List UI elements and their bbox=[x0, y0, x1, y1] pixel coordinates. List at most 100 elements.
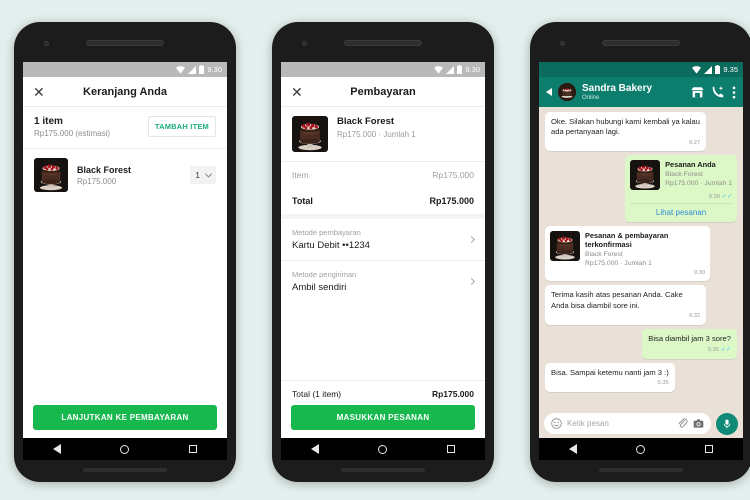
status-bar-time: 9.30 bbox=[465, 65, 480, 74]
signal-icon bbox=[704, 65, 713, 74]
video-call-icon[interactable] bbox=[712, 86, 724, 98]
nav-home-icon[interactable] bbox=[636, 444, 646, 454]
order-card-title: Pesanan & pembayaran terkonfirmasi bbox=[585, 231, 669, 250]
summary-row-item: Item Rp175.000 bbox=[281, 162, 485, 188]
cart-item-count: 1 item bbox=[34, 116, 63, 127]
delivery-method-label: Metode pengiriman bbox=[292, 270, 357, 279]
view-order-link[interactable]: Lihat pesanan bbox=[630, 203, 732, 217]
checkout-app-bar: ✕ Pembayaran bbox=[281, 77, 485, 107]
checkout-cta-wrap: MASUKKAN PESANAN bbox=[281, 405, 485, 440]
camera-icon[interactable] bbox=[693, 418, 704, 429]
chat-bubble-time: 9.35 bbox=[657, 379, 669, 386]
overflow-menu-icon[interactable] bbox=[732, 86, 736, 99]
status-bar-time: 9.35 bbox=[723, 65, 738, 74]
earpiece-speaker bbox=[86, 40, 164, 46]
battery-icon bbox=[457, 65, 463, 74]
read-receipt-icon: ✓✓ bbox=[721, 194, 732, 201]
store-icon[interactable] bbox=[691, 86, 704, 99]
chat-bubble-text: Terima kasih atas pesanan Anda. Cake And… bbox=[551, 290, 683, 310]
phone-chin-bar bbox=[341, 468, 425, 472]
chat-bubble-time: 9.27 bbox=[688, 139, 701, 146]
wifi-icon bbox=[692, 65, 702, 74]
front-camera-dot bbox=[44, 41, 49, 46]
read-receipt-icon: ✓✓ bbox=[720, 346, 731, 353]
earpiece-speaker bbox=[344, 40, 422, 46]
message-placeholder: Ketik pesan bbox=[567, 419, 609, 428]
nav-recents-icon[interactable] bbox=[189, 445, 198, 453]
checkout-line-item: Black Forest Rp175.000 · Jumlah 1 bbox=[281, 107, 485, 161]
status-bar: 9.35 bbox=[539, 62, 743, 77]
summary-row-label: Total bbox=[292, 196, 313, 206]
chat-message-list[interactable]: Oke. Silakan hubungi kami kembali ya kal… bbox=[539, 107, 743, 410]
voice-record-button[interactable] bbox=[716, 412, 738, 435]
summary-row-label: Item bbox=[292, 170, 309, 180]
close-icon[interactable]: ✕ bbox=[291, 85, 307, 99]
chat-contact-block[interactable]: Sandra Bakery Online bbox=[582, 83, 685, 101]
message-input-field[interactable]: Ketik pesan bbox=[544, 413, 711, 434]
chevron-down-icon bbox=[204, 170, 213, 178]
chat-bubble-time: 9.30 bbox=[708, 194, 720, 201]
chat-bubble: Oke. Silakan hubungi kami kembali ya kal… bbox=[545, 112, 707, 152]
nav-recents-icon[interactable] bbox=[705, 445, 714, 453]
order-card-texts: Pesanan & pembayaran terkonfirmasi Black… bbox=[585, 231, 705, 267]
product-thumbnail bbox=[292, 116, 328, 152]
product-price: Rp175.000 bbox=[77, 176, 117, 186]
product-thumbnail bbox=[34, 158, 68, 192]
chat-input-bar: Ketik pesan bbox=[539, 410, 743, 440]
order-confirmed-card-bubble[interactable]: Pesanan & pembayaran terkonfirmasi Black… bbox=[545, 226, 711, 282]
signal-icon bbox=[446, 65, 455, 74]
order-card-line1: Black Forest bbox=[665, 171, 703, 179]
payment-method-value: Kartu Debit ••1234 bbox=[292, 240, 370, 251]
front-camera-dot bbox=[302, 41, 307, 46]
delivery-method-texts: Metode pengiriman Ambil sendiri bbox=[292, 270, 356, 293]
footer-total-row: Total (1 item) Rp175.000 bbox=[281, 381, 485, 405]
close-icon[interactable]: ✕ bbox=[33, 85, 49, 99]
continue-to-payment-button[interactable]: LANJUTKAN KE PEMBAYARAN bbox=[33, 405, 217, 430]
footer-total-label: Total (1 item) bbox=[292, 389, 342, 399]
quantity-stepper[interactable]: 1 bbox=[190, 166, 216, 184]
product-thumbnail bbox=[630, 160, 660, 190]
nav-recents-icon[interactable] bbox=[447, 445, 456, 453]
cart-cta-wrap: LANJUTKAN KE PEMBAYARAN bbox=[23, 397, 227, 440]
mic-icon bbox=[723, 419, 731, 428]
cart-body: 1 item Rp175.000 (estimasi) TAMBAH ITEM … bbox=[23, 107, 227, 397]
payment-method-row[interactable]: Metode pembayaran Kartu Debit ••1234 bbox=[281, 219, 485, 260]
nav-back-icon[interactable] bbox=[52, 444, 61, 454]
nav-home-icon[interactable] bbox=[120, 444, 130, 454]
order-card-bubble[interactable]: Pesanan Anda Black Forest Rp175.000 · Ju… bbox=[625, 155, 737, 223]
attach-icon[interactable] bbox=[677, 418, 688, 429]
chat-bubble-text: Bisa. Sampai ketemu nanti jam 3 :) bbox=[551, 367, 669, 377]
nav-home-icon[interactable] bbox=[378, 444, 388, 454]
chat-bubble: Bisa diambil jam 3 sore? 9.35 ✓✓ bbox=[642, 328, 737, 359]
chat-bubble-text: Bisa diambil jam 3 sore? bbox=[648, 333, 731, 343]
nav-back-icon[interactable] bbox=[310, 444, 319, 454]
emoji-icon[interactable] bbox=[551, 418, 562, 429]
avatar[interactable] bbox=[558, 83, 576, 101]
checkout-body: Black Forest Rp175.000 · Jumlah 1 Item R… bbox=[281, 107, 485, 380]
android-nav-bar bbox=[281, 438, 485, 460]
chat-bubble-text: Oke. Silakan hubungi kami kembali ya kal… bbox=[551, 117, 701, 137]
order-card-top: Pesanan Anda Black Forest Rp175.000 · Ju… bbox=[630, 160, 732, 190]
order-card-title: Pesanan Anda bbox=[665, 160, 716, 170]
quantity-value: 1 bbox=[195, 170, 200, 180]
cart-item-meta: Black Forest Rp175.000 bbox=[77, 165, 181, 186]
cart-line-item[interactable]: Black Forest Rp175.000 1 bbox=[23, 149, 227, 201]
chat-header: Sandra Bakery Online bbox=[539, 77, 743, 107]
back-arrow-icon[interactable] bbox=[546, 88, 552, 96]
order-card-top: Pesanan & pembayaran terkonfirmasi Black… bbox=[550, 231, 705, 267]
chat-bubble: Terima kasih atas pesanan Anda. Cake And… bbox=[545, 285, 707, 325]
delivery-method-row[interactable]: Metode pengiriman Ambil sendiri bbox=[281, 261, 485, 302]
chat-bubble-time: 9.35 bbox=[707, 346, 719, 353]
chat-bubble-time: 9.32 bbox=[688, 312, 701, 319]
screen-chat: 9.35 Sandra Bakery Online Oke. Silakan h… bbox=[539, 62, 743, 440]
wifi-icon bbox=[176, 65, 186, 74]
cart-app-bar: ✕ Keranjang Anda bbox=[23, 77, 227, 107]
nav-back-icon[interactable] bbox=[568, 444, 577, 454]
product-name: Black Forest bbox=[337, 116, 395, 127]
signal-icon bbox=[188, 65, 197, 74]
battery-icon bbox=[715, 65, 721, 74]
delivery-method-value: Ambil sendiri bbox=[292, 282, 347, 293]
battery-icon bbox=[199, 65, 205, 74]
add-item-button[interactable]: TAMBAH ITEM bbox=[147, 116, 216, 137]
place-order-button[interactable]: MASUKKAN PESANAN bbox=[291, 405, 475, 430]
